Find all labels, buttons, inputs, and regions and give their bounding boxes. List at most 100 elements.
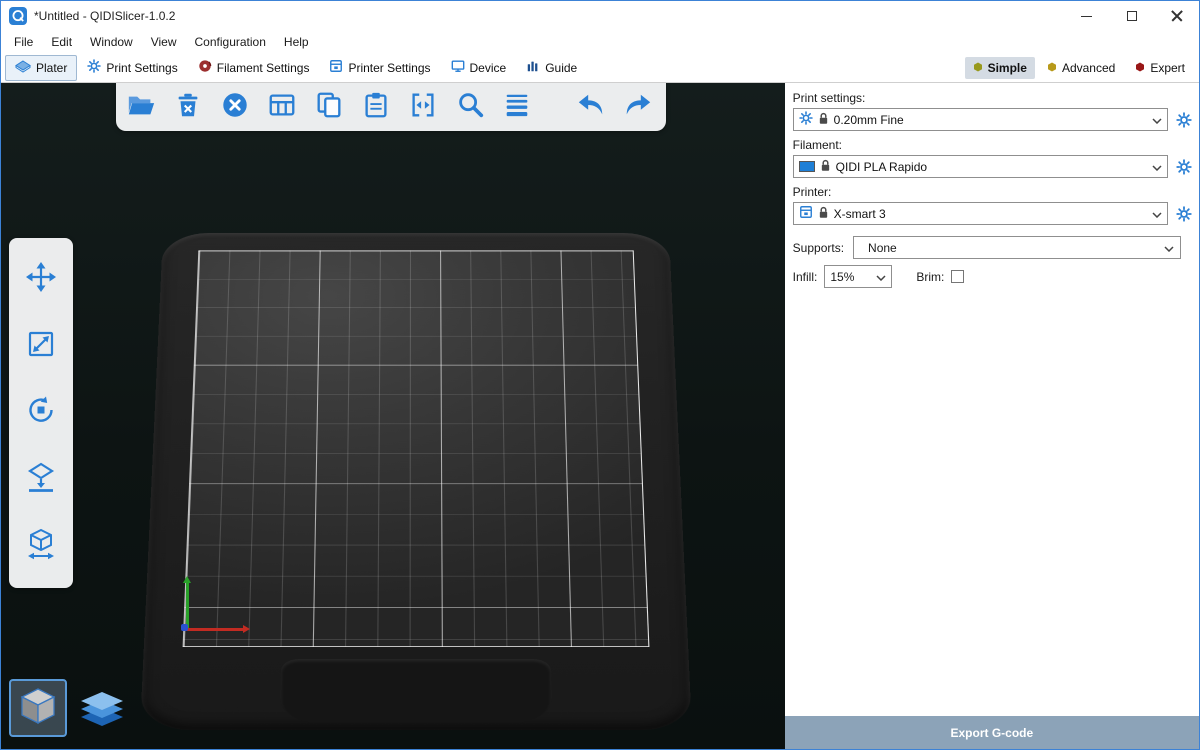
filament-combo[interactable]: QIDI PLA Rapido xyxy=(793,155,1168,178)
tab-label: Guide xyxy=(545,61,577,75)
print-settings-combo[interactable]: 0.20mm Fine xyxy=(793,108,1168,131)
copy-button[interactable] xyxy=(314,92,344,122)
window-title: *Untitled - QIDISlicer-1.0.2 xyxy=(34,9,175,23)
delete-trash-icon xyxy=(173,90,203,125)
menu-window[interactable]: Window xyxy=(81,32,142,52)
brim-label: Brim: xyxy=(916,270,944,284)
print-settings-value: 0.20mm Fine xyxy=(834,113,904,127)
3d-viewport[interactable] xyxy=(1,83,785,749)
layer-height-icon xyxy=(502,90,532,125)
3d-cube-icon xyxy=(16,684,60,733)
variable-layer-height-button[interactable] xyxy=(502,92,532,122)
split-button[interactable] xyxy=(408,92,438,122)
filament-edit-button[interactable] xyxy=(1175,158,1193,176)
tab-guide[interactable]: Guide xyxy=(516,54,587,81)
chevron-down-icon xyxy=(1152,207,1162,221)
window-controls xyxy=(1064,1,1199,31)
filament-color-swatch xyxy=(799,161,815,172)
paste-button[interactable] xyxy=(361,92,391,122)
delete-all-button[interactable] xyxy=(220,92,250,122)
undo-icon xyxy=(575,90,607,125)
search-icon xyxy=(455,90,485,125)
plater-icon xyxy=(15,60,31,76)
scale-icon xyxy=(25,328,57,365)
search-button[interactable] xyxy=(455,92,485,122)
supports-value: None xyxy=(868,241,897,255)
tab-print-settings[interactable]: Print Settings xyxy=(77,54,187,81)
minimize-button[interactable] xyxy=(1064,1,1109,31)
mode-expert[interactable]: Expert xyxy=(1127,57,1193,79)
app-logo-icon xyxy=(9,7,27,25)
move-button[interactable] xyxy=(24,262,58,296)
gizmo-toolbar xyxy=(9,238,73,588)
expert-mode-dot-icon xyxy=(1135,61,1145,75)
editor-view-button[interactable] xyxy=(9,679,67,737)
maximize-icon xyxy=(1127,11,1137,21)
filament-value: QIDI PLA Rapido xyxy=(836,160,927,174)
tab-device[interactable]: Device xyxy=(441,54,517,81)
printer-combo[interactable]: X-smart 3 xyxy=(793,202,1168,225)
z-axis-indicator xyxy=(181,624,188,631)
scale-button[interactable] xyxy=(24,329,58,363)
menu-help[interactable]: Help xyxy=(275,32,318,52)
export-gcode-button[interactable]: Export G-code xyxy=(785,716,1199,749)
split-icon xyxy=(408,90,438,125)
undo-button[interactable] xyxy=(576,92,606,122)
arrange-button[interactable] xyxy=(267,92,297,122)
measure-icon xyxy=(25,528,57,565)
redo-icon xyxy=(622,90,654,125)
menu-file[interactable]: File xyxy=(5,32,42,52)
supports-combo[interactable]: None xyxy=(853,236,1181,259)
arrange-icon xyxy=(267,90,297,125)
rotate-button[interactable] xyxy=(24,396,58,430)
mode-label: Expert xyxy=(1150,61,1185,75)
chevron-down-icon xyxy=(1152,113,1162,127)
redo-button[interactable] xyxy=(623,92,653,122)
menubar: File Edit Window View Configuration Help xyxy=(1,31,1199,53)
printer-value: X-smart 3 xyxy=(834,207,886,221)
maximize-button[interactable] xyxy=(1109,1,1154,31)
filament-spool-icon xyxy=(198,59,212,76)
brim-checkbox[interactable] xyxy=(951,270,964,283)
supports-label: Supports: xyxy=(793,241,844,255)
tab-label: Printer Settings xyxy=(348,61,430,75)
print-settings-edit-button[interactable] xyxy=(1175,111,1193,129)
lock-icon xyxy=(818,206,829,222)
y-axis-indicator xyxy=(186,583,189,628)
place-on-face-button[interactable] xyxy=(24,463,58,497)
minimize-icon xyxy=(1081,16,1092,17)
delete-button[interactable] xyxy=(173,92,203,122)
menu-configuration[interactable]: Configuration xyxy=(186,32,275,52)
tab-label: Device xyxy=(470,61,507,75)
print-bed xyxy=(140,233,692,730)
tab-label: Print Settings xyxy=(106,61,177,75)
app-window: *Untitled - QIDISlicer-1.0.2 File Edit W… xyxy=(0,0,1200,750)
close-icon xyxy=(1171,10,1183,22)
close-button[interactable] xyxy=(1154,1,1199,31)
tab-printer-settings[interactable]: Printer Settings xyxy=(319,54,440,81)
menu-edit[interactable]: Edit xyxy=(42,32,81,52)
mode-label: Simple xyxy=(988,61,1027,75)
infill-combo[interactable]: 15% xyxy=(824,265,892,288)
printer-icon xyxy=(799,205,813,222)
place-on-face-icon xyxy=(25,461,57,498)
preview-view-button[interactable] xyxy=(77,691,127,737)
menu-view[interactable]: View xyxy=(142,32,186,52)
advanced-mode-dot-icon xyxy=(1047,61,1057,75)
tab-filament-settings[interactable]: Filament Settings xyxy=(188,54,320,81)
open-button[interactable] xyxy=(126,92,156,122)
printer-edit-button[interactable] xyxy=(1175,205,1193,223)
settings-sidebar: Print settings: 0.20mm Fine Filament: QI… xyxy=(785,83,1199,749)
mode-simple[interactable]: Simple xyxy=(965,57,1035,79)
chevron-down-icon xyxy=(1164,241,1174,255)
x-axis-indicator xyxy=(185,628,243,631)
tabbar: Plater Print Settings Filament Settings … xyxy=(1,53,1199,83)
bed-handle xyxy=(280,659,552,723)
chevron-down-icon xyxy=(1152,160,1162,174)
mode-advanced[interactable]: Advanced xyxy=(1039,57,1123,79)
simple-mode-dot-icon xyxy=(973,61,983,75)
measure-button[interactable] xyxy=(24,530,58,564)
printer-label: Printer: xyxy=(793,185,1195,199)
main-area: Print settings: 0.20mm Fine Filament: QI… xyxy=(1,83,1199,749)
tab-plater[interactable]: Plater xyxy=(5,55,77,81)
